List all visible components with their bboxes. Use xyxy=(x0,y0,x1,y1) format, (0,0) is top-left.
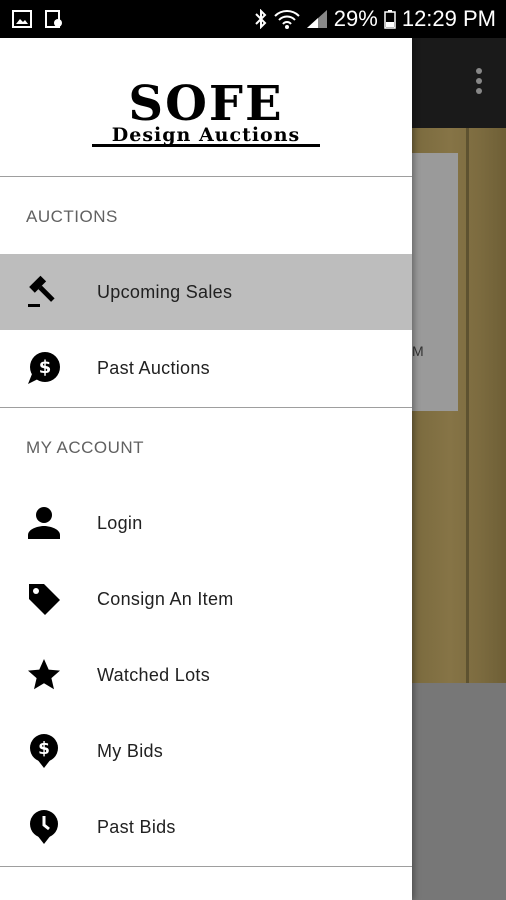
menu-item-past-auctions[interactable]: $ Past Auctions xyxy=(0,330,412,406)
clock-pin-icon xyxy=(30,810,58,844)
notification-icons xyxy=(12,9,64,29)
wifi-icon xyxy=(274,10,300,29)
background-divider xyxy=(466,128,469,683)
overflow-menu-icon xyxy=(476,68,484,98)
logo-title: SOFE xyxy=(128,76,284,132)
menu-item-label: My Bids xyxy=(97,740,164,761)
menu-item-label: Login xyxy=(97,512,143,533)
svg-text:$: $ xyxy=(38,739,50,759)
background-text: M xyxy=(412,343,424,359)
signal-icon xyxy=(306,10,327,28)
section-header-auctions: AUCTIONS xyxy=(26,207,118,226)
file-notification-icon xyxy=(45,10,62,28)
battery-percent: 29% xyxy=(333,6,378,31)
menu-item-label: Watched Lots xyxy=(97,664,210,685)
status-indicators: 29% 12:29 PM xyxy=(254,6,496,32)
section-header-my-account: MY ACCOUNT xyxy=(26,438,145,457)
svg-text:$: $ xyxy=(39,357,52,378)
bluetooth-icon xyxy=(255,9,267,29)
menu-item-watched-lots[interactable]: Watched Lots xyxy=(0,637,412,713)
gavel-icon xyxy=(28,275,55,307)
logo: SOFE Design Auctions xyxy=(0,38,412,177)
image-notification-icon xyxy=(12,10,32,28)
menu-item-consign-an-item[interactable]: Consign An Item xyxy=(0,561,412,637)
background-card xyxy=(412,153,458,411)
dollar-pin-icon: $ xyxy=(30,734,58,768)
menu-item-past-bids[interactable]: Past Bids xyxy=(0,789,412,865)
logo-underline xyxy=(92,144,320,147)
status-bar: 29% 12:29 PM xyxy=(0,0,506,38)
menu-item-login[interactable]: Login xyxy=(0,485,412,561)
menu-item-label: Upcoming Sales xyxy=(97,281,233,302)
clock: 12:29 PM xyxy=(401,6,496,31)
section-header-about: ABOUT xyxy=(0,867,412,900)
menu-item-upcoming-sales[interactable]: Upcoming Sales xyxy=(0,254,412,330)
person-icon xyxy=(28,507,60,539)
dollar-bubble-icon: $ xyxy=(28,352,60,384)
menu-item-my-bids[interactable]: $ My Bids xyxy=(0,713,412,789)
tag-icon xyxy=(29,584,60,615)
menu-item-label: Past Bids xyxy=(97,816,176,837)
menu-item-label: Past Auctions xyxy=(97,357,210,378)
star-icon xyxy=(28,659,60,690)
navigation-drawer: SOFE Design Auctions AUCTIONS Upcoming S… xyxy=(0,38,412,900)
logo-subtitle: Design Auctions xyxy=(111,124,301,146)
menu-item-label: Consign An Item xyxy=(97,588,234,609)
battery-icon xyxy=(384,10,396,29)
